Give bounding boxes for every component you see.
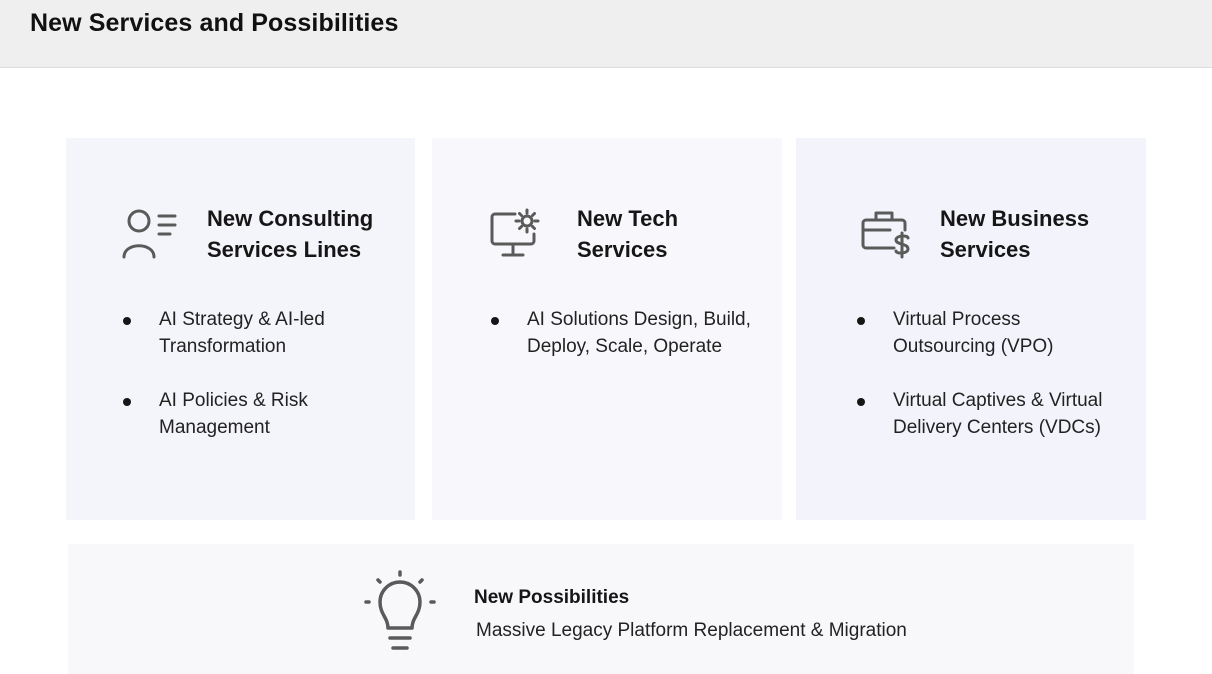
page-header: New Services and Possibilities: [0, 0, 1212, 68]
person-list-icon: [120, 208, 178, 265]
consulting-services-card: New Consulting Services Lines AI Strateg…: [66, 138, 415, 520]
card-title: New Tech Services: [577, 206, 679, 262]
tech-services-card: New Tech Services AI Solutions Design, B…: [432, 138, 782, 520]
bullet-list: AI Strategy & AI-led Transformation AI P…: [120, 306, 390, 468]
list-item: AI Solutions Design, Build, Deploy, Scal…: [488, 306, 758, 360]
possibilities-card: New Possibilities Massive Legacy Platfor…: [68, 544, 1134, 674]
card-title: New Consulting Services Lines: [207, 206, 374, 262]
list-item: Virtual Captives & Virtual Delivery Cent…: [854, 387, 1124, 441]
possibilities-text: Massive Legacy Platform Replacement & Mi…: [476, 620, 907, 641]
monitor-gear-icon: [489, 208, 545, 265]
page-title: New Services and Possibilities: [30, 9, 399, 37]
list-item: AI Strategy & AI-led Transformation: [120, 306, 390, 360]
possibilities-title: New Possibilities: [474, 587, 630, 608]
bullet-list: AI Solutions Design, Build, Deploy, Scal…: [488, 306, 758, 387]
briefcase-dollar-icon: [860, 208, 914, 265]
card-title: New Business Services: [940, 206, 1090, 262]
bullet-list: Virtual Process Outsourcing (VPO) Virtua…: [854, 306, 1124, 468]
list-item: Virtual Process Outsourcing (VPO): [854, 306, 1124, 360]
business-services-card: New Business Services Virtual Process Ou…: [796, 138, 1146, 520]
lightbulb-icon: [362, 570, 438, 661]
list-item: AI Policies & Risk Management: [120, 387, 390, 441]
